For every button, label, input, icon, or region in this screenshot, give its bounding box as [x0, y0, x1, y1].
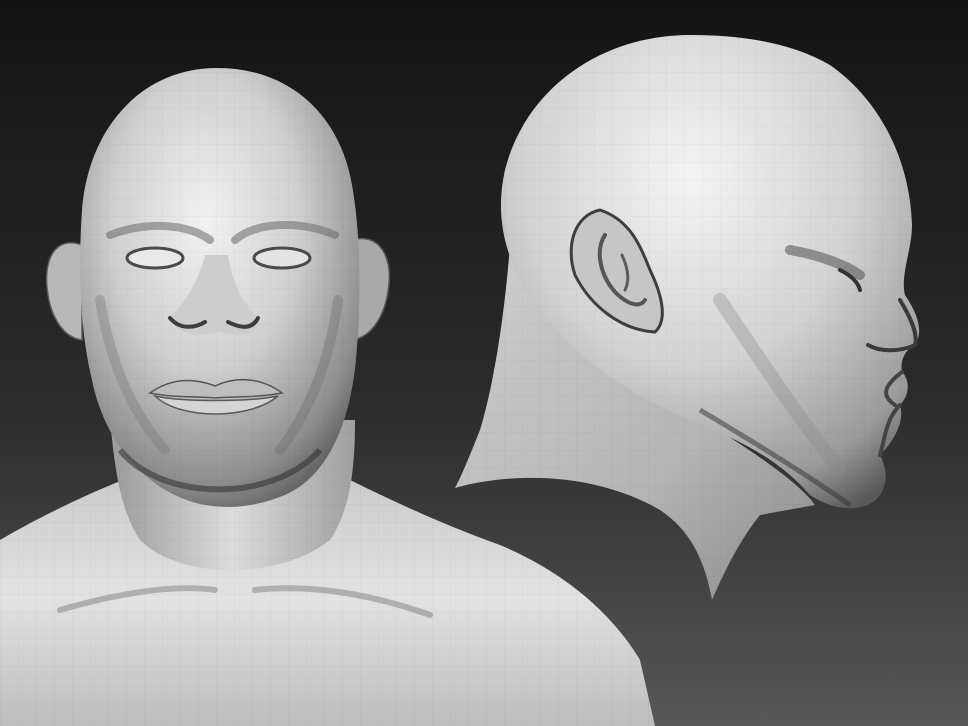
sculpt-viewport[interactable]	[0, 0, 968, 726]
sculpt-canvas[interactable]	[0, 0, 968, 726]
front-right-eye	[252, 246, 312, 270]
front-left-eye	[125, 246, 185, 270]
